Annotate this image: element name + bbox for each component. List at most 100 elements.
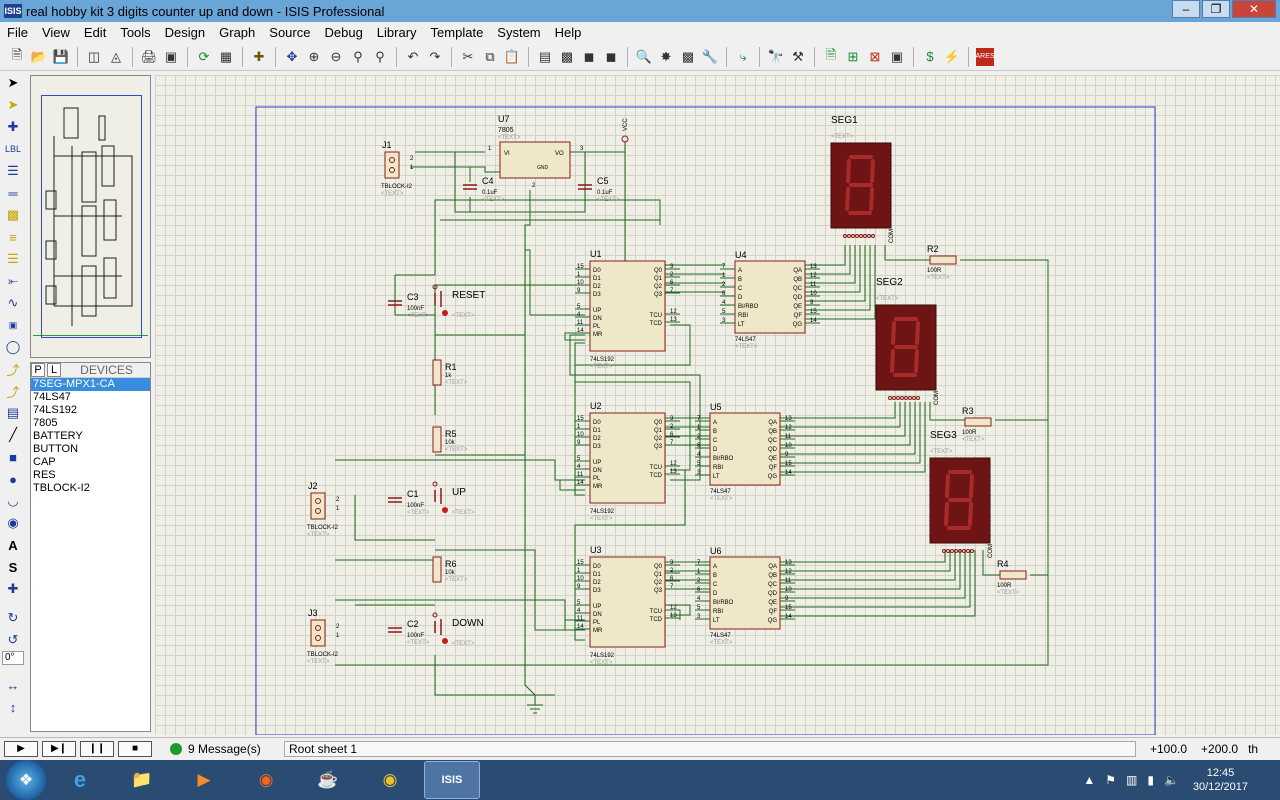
play-button[interactable]: ▶ (4, 740, 38, 757)
rotate-clockwise-icon[interactable]: ↻ (3, 608, 23, 628)
electrical-rule-check-icon[interactable]: ⚡ (943, 48, 961, 66)
zoom-out-icon[interactable]: ⊖ (327, 48, 345, 66)
grid-icon[interactable]: ▦ (217, 48, 235, 66)
block-rotate-icon[interactable]: ◼ (580, 48, 598, 66)
zoom-area-icon[interactable]: ⚲ (371, 48, 389, 66)
menu-debug[interactable]: Debug (317, 25, 369, 40)
package-tool-icon[interactable]: ▩ (679, 48, 697, 66)
rotate-anticlockwise-icon[interactable]: ↺ (3, 630, 23, 650)
pick-devices-button[interactable]: P (31, 363, 45, 377)
device-item[interactable]: 7SEG-MPX1-CA (31, 378, 150, 391)
chrome-icon[interactable]: ◉ (362, 761, 418, 799)
paste-icon[interactable]: 📋 (503, 48, 521, 66)
pause-button[interactable]: ❙❙ (80, 740, 114, 757)
zoom-all-icon[interactable]: ⚲ (349, 48, 367, 66)
text-tool-icon[interactable]: A (3, 535, 23, 555)
import-icon[interactable]: ◫ (85, 48, 103, 66)
origin-icon[interactable]: ✚ (250, 48, 268, 66)
undo-icon[interactable]: ↶ (404, 48, 422, 66)
print-area-icon[interactable]: ▣ (162, 48, 180, 66)
path-tool-icon[interactable]: ◉ (3, 513, 23, 533)
show-hidden-icons-icon[interactable]: ▲ (1083, 773, 1095, 787)
block-move-icon[interactable]: ▩ (558, 48, 576, 66)
zoom-in-icon[interactable]: ⊕ (305, 48, 323, 66)
menu-graph[interactable]: Graph (212, 25, 262, 40)
library-manager-button[interactable]: L (47, 363, 61, 377)
device-pins-icon[interactable]: ☰ (3, 249, 23, 269)
graph-mode-icon[interactable]: ⤜ (3, 271, 23, 291)
message-indicator[interactable]: 9 Message(s) (170, 742, 280, 756)
copy-icon[interactable]: ⧉ (481, 48, 499, 66)
pan-icon[interactable]: ✥ (283, 48, 301, 66)
wire-autorouter-icon[interactable]: ⤷ (734, 48, 752, 66)
firefox-icon[interactable]: ◉ (238, 761, 294, 799)
clock[interactable]: 12:45 30/12/2017 (1193, 766, 1248, 794)
property-tool-icon[interactable]: ⚒ (789, 48, 807, 66)
stop-button[interactable]: ■ (118, 740, 152, 757)
minimize-button[interactable]: – (1172, 0, 1200, 18)
mirror-vertical-icon[interactable]: ↕ (3, 697, 23, 717)
device-item[interactable]: BUTTON (31, 443, 150, 456)
ares-icon[interactable]: ARES (975, 47, 995, 66)
bill-of-materials-icon[interactable]: $ (921, 48, 939, 66)
java-icon[interactable]: ☕ (300, 761, 356, 799)
menu-file[interactable]: File (0, 25, 35, 40)
network-icon[interactable]: ▥ (1126, 773, 1137, 787)
device-item[interactable]: RES (31, 469, 150, 482)
menu-help[interactable]: Help (548, 25, 589, 40)
schematic-canvas[interactable]: U7 7805 <TEXT> VI VO GND 1 3 2 VCC C4 0.1uF <TEXT> C5… (155, 75, 1280, 735)
junction-dot-icon[interactable]: ✚ (3, 117, 23, 137)
menu-system[interactable]: System (490, 25, 547, 40)
isis-icon[interactable]: ISIS (424, 761, 480, 799)
cut-icon[interactable]: ✂ (459, 48, 477, 66)
open-folder-icon[interactable]: 📂 (30, 48, 48, 66)
overview-window[interactable] (30, 75, 151, 358)
device-item[interactable]: BATTERY (31, 430, 150, 443)
search-tag-icon[interactable]: 🔭 (767, 48, 785, 66)
file-explorer-icon[interactable]: 📁 (114, 761, 170, 799)
menu-source[interactable]: Source (262, 25, 317, 40)
volume-icon[interactable]: 🔈 (1164, 773, 1179, 787)
buses-icon[interactable]: ═ (3, 183, 23, 203)
menu-tools[interactable]: Tools (113, 25, 157, 40)
save-icon[interactable]: 💾 (52, 48, 70, 66)
mirror-horizontal-icon[interactable]: ↔ (3, 675, 23, 695)
subcircuit-icon[interactable]: ▩ (3, 205, 23, 225)
line-tool-icon[interactable]: ╱ (3, 425, 23, 445)
menu-design[interactable]: Design (158, 25, 212, 40)
menu-edit[interactable]: Edit (77, 25, 113, 40)
add-sheet-icon[interactable]: ⊞ (844, 48, 862, 66)
probe-icon[interactable]: ⤴ (3, 381, 23, 401)
symbol-tool-icon[interactable]: S (3, 557, 23, 577)
circle-tool-icon[interactable]: ● (3, 469, 23, 489)
pick-device-icon[interactable]: 🔍 (635, 48, 653, 66)
device-item[interactable]: 74LS47 (31, 391, 150, 404)
restore-button[interactable]: ❐ (1202, 0, 1230, 18)
text-script-icon[interactable]: ☰ (3, 161, 23, 181)
new-sheet-icon[interactable]: 🗎 (822, 47, 840, 66)
make-device-icon[interactable]: ✸ (657, 48, 675, 66)
device-item[interactable]: CAP (31, 456, 150, 469)
menu-view[interactable]: View (35, 25, 77, 40)
start-button[interactable]: ❖ (6, 760, 46, 800)
block-delete-icon[interactable]: ◼ (602, 48, 620, 66)
new-file-icon[interactable]: 🗎 (8, 47, 26, 66)
media-player-icon[interactable]: ▶ (176, 761, 232, 799)
marker-tool-icon[interactable]: ✚ (3, 579, 23, 599)
selection-mode-icon[interactable]: ➤ (3, 73, 23, 93)
device-item[interactable]: 74LS192 (31, 404, 150, 417)
menu-template[interactable]: Template (424, 25, 491, 40)
device-item[interactable]: 7805 (31, 417, 150, 430)
component-mode-icon[interactable]: ➤ (3, 95, 23, 115)
wire-label-icon[interactable]: LBL (3, 139, 23, 159)
step-button[interactable]: ▶❙ (42, 740, 76, 757)
virtual-instruments-icon[interactable]: ▤ (3, 403, 23, 423)
redo-icon[interactable]: ↷ (426, 48, 444, 66)
signal-icon[interactable]: ▮ (1147, 773, 1154, 787)
action-center-icon[interactable]: ⚑ (1105, 773, 1116, 787)
current-probe-icon[interactable]: ⤴ (3, 359, 23, 379)
terminals-icon[interactable]: ≡ (3, 227, 23, 247)
rotation-angle-field[interactable]: 0° (2, 651, 24, 665)
box-tool-icon[interactable]: ■ (3, 447, 23, 467)
exit-to-parent-icon[interactable]: ▣ (888, 48, 906, 66)
